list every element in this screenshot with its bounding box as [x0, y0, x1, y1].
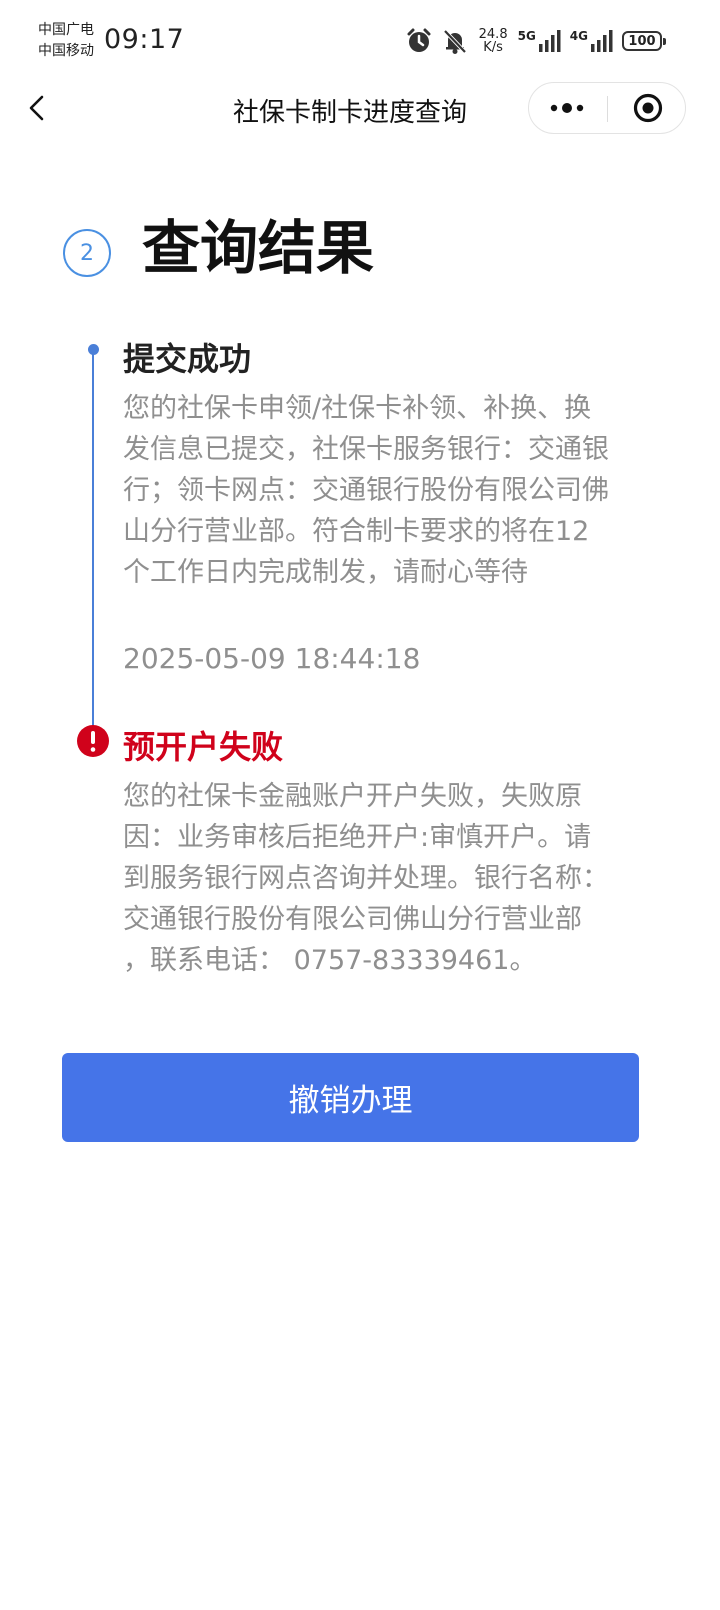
timeline-item-body: 您的社保卡申领/社保卡补领、补换、换发信息已提交，社保卡服务银行：交通银行；领卡…	[123, 393, 609, 588]
close-mini-program-button[interactable]	[608, 83, 686, 133]
mute-bell-icon	[443, 29, 467, 54]
page-title: 查询结果	[142, 214, 375, 282]
target-close-icon	[633, 93, 663, 123]
status-icons: 24.8 K/s 5G 4G 100	[405, 26, 666, 56]
cancel-application-button[interactable]: 撤销办理	[62, 1053, 639, 1142]
net-speed-unit: K/s	[483, 40, 503, 55]
signal-5g-icon: 5G	[518, 29, 562, 53]
more-dots-icon	[550, 103, 584, 113]
more-menu-button[interactable]	[529, 83, 607, 133]
timeline-line	[92, 350, 94, 728]
carrier-info: 中国广电 中国移动	[38, 20, 94, 62]
step-number: 2	[80, 240, 94, 266]
carrier-1: 中国广电	[38, 22, 94, 38]
timeline-item-title-error: 预开户失败	[123, 728, 284, 766]
signal-4g-label: 4G	[569, 29, 588, 43]
carrier-2: 中国移动	[38, 43, 94, 59]
signal-5g-label: 5G	[517, 29, 536, 43]
signal-bars-icon	[591, 30, 613, 52]
error-exclamation-icon	[77, 725, 109, 757]
net-speed: 24.8 K/s	[479, 28, 508, 54]
timeline-item-body-error: 您的社保卡金融账户开户失败，失败原因：业务审核后拒绝开户:审慎开户。请到服务银行…	[123, 781, 609, 976]
battery-level: 100	[628, 33, 656, 49]
timeline-dot	[88, 344, 99, 355]
battery-icon: 100	[622, 31, 666, 51]
status-bar: 中国广电 中国移动 09:17 24.8 K/s 5G 4G 100	[0, 0, 720, 80]
signal-4g-icon: 4G	[570, 29, 614, 53]
timeline-item-title: 提交成功	[123, 340, 252, 378]
alarm-icon	[407, 28, 431, 52]
signal-bars-icon	[538, 30, 561, 52]
nav-bar: 社保卡制卡进度查询	[0, 80, 720, 138]
mini-program-capsule	[528, 82, 686, 134]
timeline-item-time: 2025-05-09 18:44:18	[123, 642, 421, 675]
status-clock: 09:17	[104, 24, 185, 55]
step-number-badge: 2	[63, 229, 111, 277]
